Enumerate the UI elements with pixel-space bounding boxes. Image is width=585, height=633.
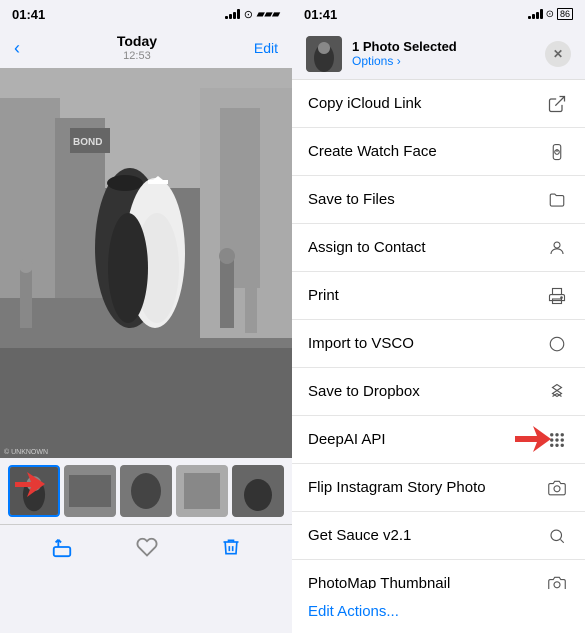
right-status-bar: 01:41 ⊙ 86 [292,0,585,28]
menu-item-print[interactable]: Print [292,272,585,320]
main-photo: BOND © UNKNOWN [0,68,292,458]
get-sauce-label: Get Sauce v2.1 [308,527,411,544]
flip-instagram-label: Flip Instagram Story Photo [308,479,486,496]
svg-text:© UNKNOWN: © UNKNOWN [4,448,48,456]
menu-list: Copy iCloud Link Create Watch Face [292,80,585,589]
menu-item-deepai[interactable]: DeepAI API [292,416,585,464]
sheet-thumbnail [306,36,342,72]
nav-subtitle: 12:53 [117,50,157,63]
signal-icon [225,9,240,19]
right-time: 01:41 [304,7,337,22]
favorite-button[interactable] [136,536,158,564]
delete-button[interactable] [221,536,241,563]
sheet-header: 1 Photo Selected Options › ✕ [292,28,585,80]
wifi-icon: ⊙ [244,8,253,21]
left-panel: 01:41 ⊙ ▰▰▰ ‹ Today 12:53 Edit [0,0,292,633]
back-button[interactable]: ‹ [14,38,20,59]
svg-text:BOND: BOND [73,137,102,148]
vsco-icon [545,332,569,356]
nav-center: Today 12:53 [117,33,157,63]
menu-item-copy-icloud[interactable]: Copy iCloud Link [292,80,585,128]
sheet-close-button[interactable]: ✕ [545,41,571,67]
thumbnail-1[interactable] [8,465,60,517]
menu-item-assign-contact[interactable]: Assign to Contact [292,224,585,272]
menu-item-dropbox[interactable]: Save to Dropbox [292,368,585,416]
battery-icon: ▰▰▰ [257,9,280,20]
print-icon [545,284,569,308]
edit-actions-button[interactable]: Edit Actions... [308,603,399,620]
flip-camera-icon [545,476,569,500]
left-nav-bar: ‹ Today 12:53 Edit [0,28,292,68]
thumbnail-2[interactable] [64,465,116,517]
left-status-icons: ⊙ ▰▰▰ [225,8,280,21]
right-panel: 01:41 ⊙ 86 1 Photo Selected Options › ✕ [292,0,585,633]
files-icon [545,188,569,212]
print-label: Print [308,287,339,304]
left-time: 01:41 [12,7,45,22]
menu-item-photomap[interactable]: PhotoMap Thumbnail [292,560,585,589]
create-watch-face-label: Create Watch Face [308,143,437,160]
nav-title: Today [117,33,157,50]
red-arrow-icon [515,424,551,454]
copy-icloud-label: Copy iCloud Link [308,95,421,112]
menu-item-vsco[interactable]: Import to VSCO [292,320,585,368]
search-icon [545,524,569,548]
dropbox-icon [545,380,569,404]
right-signal-icon [528,9,543,19]
sheet-title-block: 1 Photo Selected Options › [352,39,545,68]
save-files-label: Save to Files [308,191,395,208]
right-wifi-icon: ⊙ [546,9,554,20]
vsco-label: Import to VSCO [308,335,414,352]
photo-image: BOND © UNKNOWN [0,68,292,458]
copy-icloud-icon [545,92,569,116]
share-button[interactable] [51,536,73,564]
thumbnail-4[interactable] [176,465,228,517]
watch-face-icon [545,140,569,164]
edit-button[interactable]: Edit [254,40,278,56]
assign-contact-label: Assign to Contact [308,239,426,256]
contact-icon [545,236,569,260]
edit-actions-bar: Edit Actions... [292,589,585,633]
menu-item-save-files[interactable]: Save to Files [292,176,585,224]
photomap-label: PhotoMap Thumbnail [308,575,450,589]
menu-item-get-sauce[interactable]: Get Sauce v2.1 [292,512,585,560]
thumbnail-3[interactable] [120,465,172,517]
menu-item-flip-instagram[interactable]: Flip Instagram Story Photo [292,464,585,512]
deepai-label: DeepAI API [308,431,386,448]
sheet-options-link[interactable]: Options › [352,54,545,68]
photomap-icon [545,572,569,590]
thumbnail-5[interactable] [232,465,284,517]
dropbox-label: Save to Dropbox [308,383,420,400]
thumbnail-strip [0,458,292,524]
left-status-bar: 01:41 ⊙ ▰▰▰ [0,0,292,28]
menu-item-create-watch-face[interactable]: Create Watch Face [292,128,585,176]
right-battery-icon: 86 [557,8,573,20]
bottom-toolbar [0,524,292,574]
sheet-selected-title: 1 Photo Selected [352,39,545,54]
right-status-icons: ⊙ 86 [528,8,573,20]
